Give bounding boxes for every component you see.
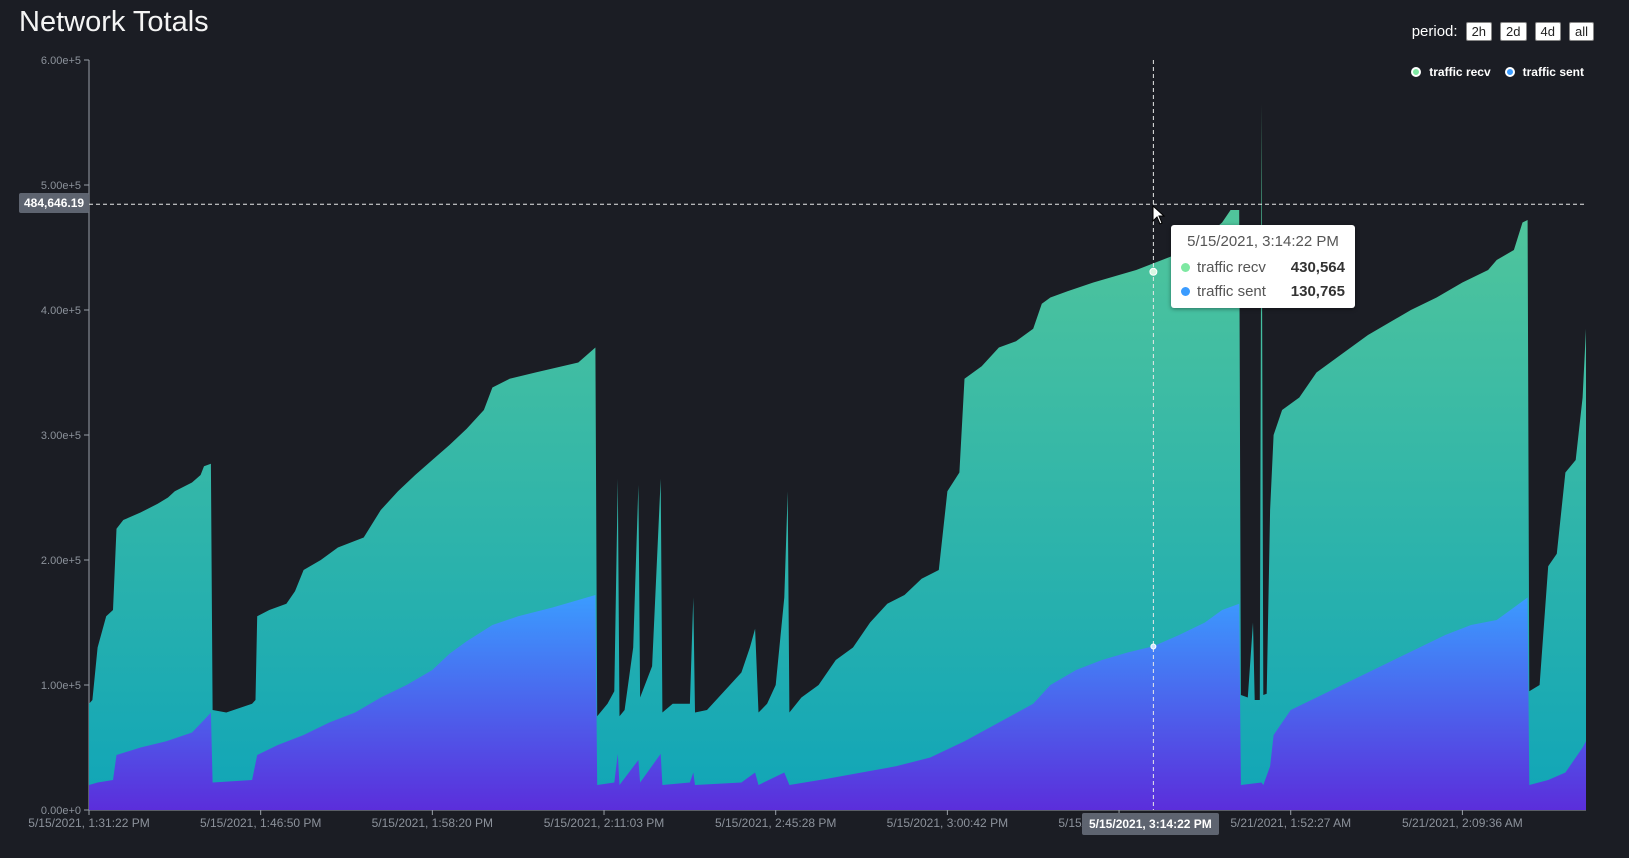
tooltip-row-recv: traffic recv 430,564: [1181, 255, 1345, 279]
y-tick-label: 5.00e+5: [41, 180, 81, 192]
crosshair-y-label: 484,646.19: [19, 193, 90, 213]
x-tick-label: 5/15/2021, 3:00:42 PM: [887, 816, 1008, 830]
x-tick-label: 5/15/2021, 1:46:50 PM: [200, 816, 321, 830]
series-areas: [89, 103, 1586, 811]
y-tick-label: 1.00e+5: [41, 680, 81, 692]
tooltip-value-sent: 130,765: [1290, 282, 1345, 300]
x-tick-label: 5/21/2021, 2:09:36 AM: [1402, 816, 1523, 830]
tooltip-value-recv: 430,564: [1290, 258, 1345, 276]
y-axis: 0.00e+01.00e+52.00e+53.00e+54.00e+55.00e…: [41, 55, 90, 817]
tooltip-title: 5/15/2021, 3:14:22 PM: [1187, 233, 1339, 250]
y-tick-label: 3.00e+5: [41, 430, 81, 442]
tooltip-dot-sent-icon: [1181, 286, 1190, 296]
tooltip-name-sent: traffic sent: [1197, 282, 1266, 300]
hover-point-recv: [1149, 267, 1158, 276]
tooltip-dot-recv-icon: [1181, 262, 1190, 272]
x-axis: 5/15/2021, 1:31:22 PM 5/15/2021, 1:46:50 …: [28, 809, 1586, 830]
x-tick-label: 5/15/2021, 2:45:28 PM: [715, 816, 836, 830]
chart-plot-area[interactable]: 0.00e+01.00e+52.00e+53.00e+54.00e+55.00e…: [0, 0, 1629, 858]
mouse-pointer-icon: [1152, 205, 1166, 225]
y-tick-label: 2.00e+5: [41, 555, 81, 567]
y-tick-label: 6.00e+5: [41, 55, 81, 67]
x-tick-label: 5/15/2021, 1:31:22 PM: [28, 816, 149, 830]
x-tick-label: 5/21/2021, 1:52:27 AM: [1230, 816, 1351, 830]
y-tick-label: 4.00e+5: [41, 305, 81, 317]
tooltip-row-sent: traffic sent 130,765: [1181, 279, 1345, 303]
hover-point-sent: [1150, 643, 1157, 650]
x-tick-label: 5/15/2021, 1:58:20 PM: [372, 816, 493, 830]
tooltip-name-recv: traffic recv: [1197, 258, 1266, 276]
chart-tooltip: 5/15/2021, 3:14:22 PM traffic recv 430,5…: [1171, 225, 1355, 308]
crosshair-x-label: 5/15/2021, 3:14:22 PM: [1082, 813, 1219, 835]
x-tick-label: 5/15/2021, 2:11:03 PM: [544, 816, 665, 830]
